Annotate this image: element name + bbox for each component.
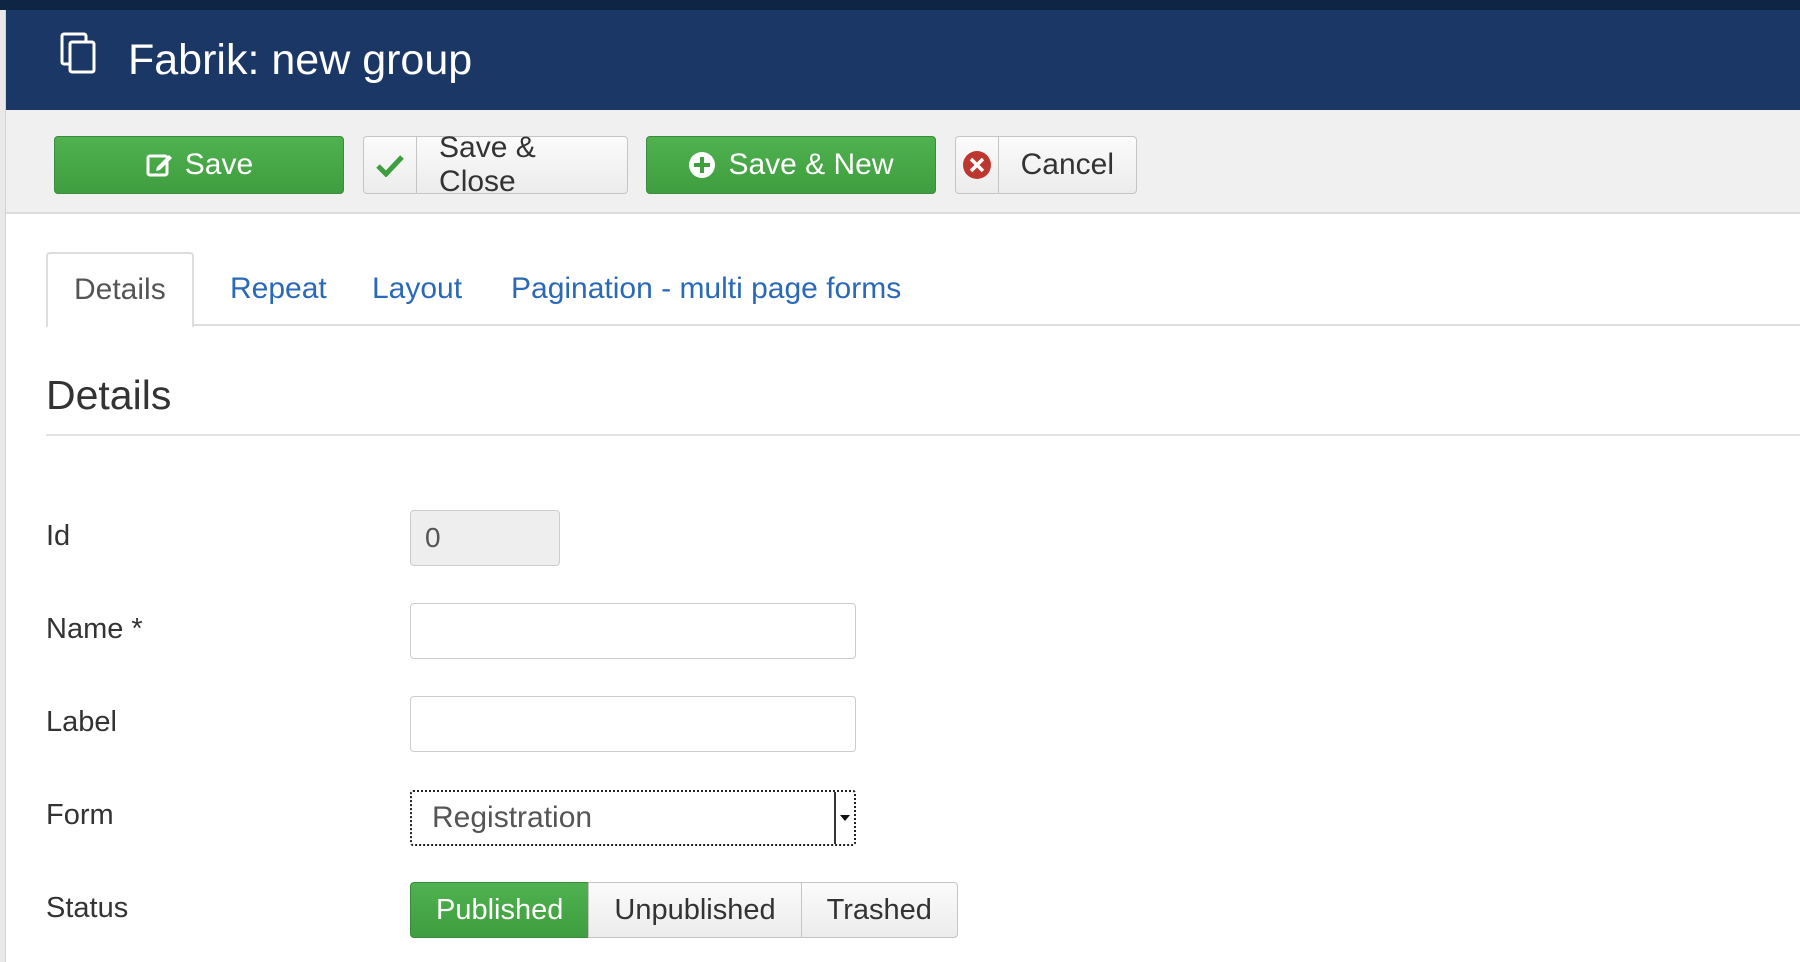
form-select[interactable]: Registration — [410, 790, 856, 846]
status-toggle: Published Unpublished Trashed — [410, 882, 958, 938]
tab-layout[interactable]: Layout — [346, 252, 488, 326]
page-header: Fabrik: new group — [6, 10, 1800, 110]
save-button[interactable]: Save — [54, 136, 344, 194]
cancel-label: Cancel — [1020, 148, 1114, 181]
toolbar: Save Save & Close Save & New Cancel — [6, 110, 1800, 214]
label-field[interactable] — [410, 696, 856, 752]
save-new-label: Save & New — [728, 148, 894, 181]
name-field[interactable] — [410, 603, 856, 659]
status-label: Status — [46, 892, 129, 924]
tab-repeat[interactable]: Repeat — [204, 252, 353, 326]
plus-circle-icon — [688, 151, 716, 179]
form-select-value: Registration — [432, 801, 593, 834]
check-icon — [364, 137, 418, 193]
label-label: Label — [46, 706, 117, 738]
save-close-button[interactable]: Save & Close — [363, 131, 628, 198]
tab-details[interactable]: Details — [46, 252, 194, 328]
tab-pagination[interactable]: Pagination - multi page forms — [485, 252, 927, 326]
edit-icon — [145, 151, 173, 179]
cancel-button[interactable]: Cancel — [955, 136, 1137, 194]
name-label: Name * — [46, 613, 143, 645]
save-label: Save — [184, 148, 254, 181]
chevron-down-icon[interactable] — [834, 792, 854, 844]
save-new-button[interactable]: Save & New — [646, 136, 936, 194]
status-unpublished[interactable]: Unpublished — [588, 882, 802, 938]
status-trashed[interactable]: Trashed — [800, 882, 958, 938]
form-label: Form — [46, 799, 114, 831]
id-field: 0 — [410, 510, 560, 566]
save-close-label: Save & Close — [439, 131, 536, 198]
status-published[interactable]: Published — [410, 882, 590, 938]
id-label: Id — [46, 520, 71, 552]
tab-bar: Details Repeat Layout Pagination - multi… — [46, 252, 1800, 328]
section-divider — [46, 434, 1800, 436]
top-strip — [0, 0, 1800, 10]
section-title: Details — [46, 372, 172, 418]
page-title: Fabrik: new group — [128, 36, 473, 84]
cancel-icon — [956, 137, 999, 193]
copy-icon — [58, 32, 100, 80]
